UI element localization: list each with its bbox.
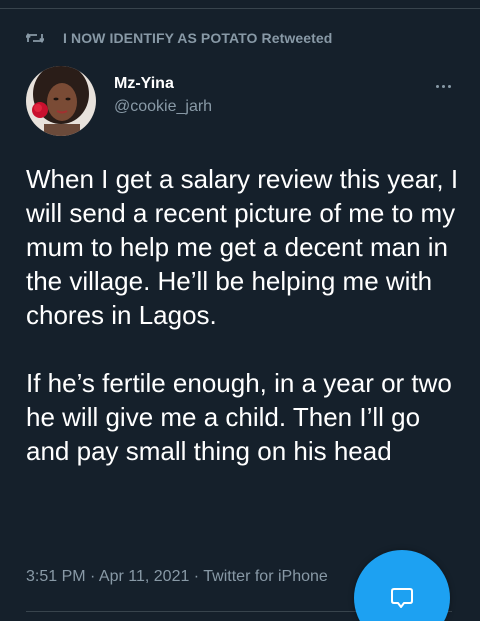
tweet-text: When I get a salary review this year, I … [26, 162, 466, 468]
retweet-icon [26, 31, 44, 45]
top-divider [0, 8, 480, 9]
tweet-paragraph: When I get a salary review this year, I … [26, 164, 459, 330]
author-handle[interactable]: @cookie_jarh [114, 97, 212, 117]
tweet-timestamp[interactable]: 3:51 PM · Apr 11, 2021 · Twitter for iPh… [26, 566, 328, 588]
more-options-button[interactable] [428, 78, 458, 94]
more-horizontal-icon-dot [441, 84, 445, 88]
more-horizontal-icon-dot [447, 84, 451, 88]
tweet-page: I NOW IDENTIFY AS POTATO Retweeted Mz-Yi… [0, 0, 480, 621]
avatar[interactable] [26, 66, 96, 136]
author-block[interactable]: Mz-Yina @cookie_jarh [114, 74, 212, 117]
new-message-icon [391, 588, 413, 608]
retweet-context[interactable]: I NOW IDENTIFY AS POTATO Retweeted [26, 28, 332, 48]
author-name[interactable]: Mz-Yina [114, 74, 212, 94]
tweet-paragraph: If he’s fertile enough, in a year or two… [26, 368, 452, 466]
compose-message-button[interactable] [354, 550, 450, 621]
retweet-label: I NOW IDENTIFY AS POTATO Retweeted [63, 30, 333, 46]
more-horizontal-icon-dot [435, 84, 439, 88]
